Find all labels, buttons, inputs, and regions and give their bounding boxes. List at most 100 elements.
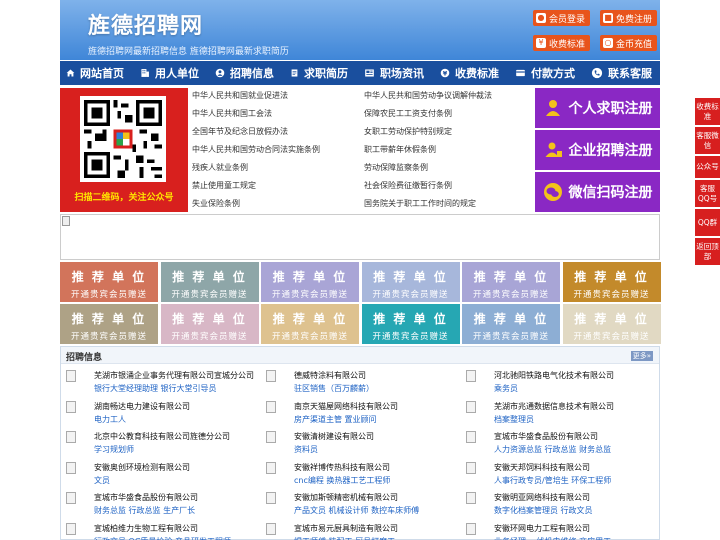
recommend-unit-card[interactable]: 推 荐 单 位开通贵宾会员赠送	[261, 304, 359, 344]
company-logo[interactable]	[66, 400, 76, 413]
company-logo[interactable]	[66, 492, 76, 504]
company-logo[interactable]	[266, 492, 276, 504]
company-logo[interactable]	[66, 522, 76, 535]
law-link[interactable]: 社会保险费征缴暂行条例	[364, 180, 452, 192]
company-logo[interactable]	[266, 400, 276, 413]
company-name[interactable]: 芜湖市兆通数据信息技术有限公司	[494, 401, 614, 412]
coin-recharge-button[interactable]: ○ 金币充值	[600, 35, 658, 51]
fee-standard-button[interactable]: ¥ 收费标准	[533, 35, 591, 51]
company-name[interactable]: 湖南畅达电力建设有限公司	[94, 401, 190, 412]
company-name[interactable]: 安徽祥博传热科技有限公司	[294, 462, 390, 473]
company-logo[interactable]	[266, 461, 276, 474]
company-register-button[interactable]: 企业招聘注册	[535, 130, 660, 170]
company-logo[interactable]	[466, 370, 476, 382]
job-positions[interactable]: 业务经理 一线机电维修 商应用工	[494, 536, 611, 540]
nav-news[interactable]: 职场资讯	[356, 61, 432, 85]
job-positions[interactable]: 银行大堂经理助理 银行大堂引导员	[94, 383, 217, 394]
company-name[interactable]: 安徽天邦饲料科技有限公司	[494, 462, 590, 473]
company-name[interactable]: 安徽环网电力工程有限公司	[494, 523, 590, 534]
job-positions[interactable]: 资料员	[294, 444, 318, 455]
nav-fees[interactable]: ¥ 收费标准	[432, 61, 507, 85]
company-name[interactable]: 河北驰阳铁路电气化技术有限公司	[494, 370, 614, 381]
company-name[interactable]: 宣城市华盛食品股份有限公司	[94, 492, 198, 503]
side-service-qq[interactable]: 客服QQ号	[695, 180, 720, 207]
job-positions[interactable]: 人力资源总监 行政总监 财务总监	[494, 444, 611, 455]
job-positions[interactable]: 学习规划师	[94, 444, 134, 455]
company-logo[interactable]	[466, 492, 476, 504]
job-positions[interactable]: 财务总监 行政总监 生产厂长	[94, 505, 195, 516]
company-name[interactable]: 德威特涂料有限公司	[294, 370, 366, 381]
law-link[interactable]: 女职工劳动保护特别规定	[364, 126, 452, 138]
recommend-unit-card[interactable]: 推 荐 单 位开通贵宾会员赠送	[562, 262, 661, 302]
company-name[interactable]: 芜湖市银涌企业事务代理有限公司宣城分公司	[94, 370, 254, 381]
nav-employers[interactable]: 用人单位	[132, 61, 207, 85]
company-name[interactable]: 南京天猫屋网络科技有限公司	[294, 401, 398, 412]
job-positions[interactable]: 数字化档案管理员 行政文员	[494, 505, 593, 516]
law-link[interactable]: 劳动保障监察条例	[364, 162, 428, 174]
company-name[interactable]: 北京中公教育科技有限公司旌德分公司	[94, 431, 230, 442]
law-link[interactable]: 中华人民共和国劳动合同法实施条例	[192, 144, 320, 156]
job-positions[interactable]: 乘务员	[494, 383, 518, 394]
free-register-button[interactable]: ■ 免费注册	[600, 10, 658, 26]
job-positions[interactable]: 房产渠道主管 置业顾问	[294, 414, 377, 425]
law-link[interactable]: 中华人民共和国就业促进法	[192, 90, 288, 102]
ad-banner[interactable]	[60, 214, 660, 260]
recommend-unit-card[interactable]: 推 荐 单 位开通贵宾会员赠送	[261, 262, 359, 302]
nav-resume[interactable]: 求职简历	[282, 61, 356, 85]
nav-contact[interactable]: 联系客服	[583, 61, 660, 85]
more-link[interactable]: 更多»	[630, 351, 653, 361]
company-logo[interactable]	[66, 431, 76, 443]
company-logo[interactable]	[266, 522, 276, 535]
company-logo[interactable]	[466, 400, 476, 413]
law-link[interactable]: 禁止使用童工规定	[192, 180, 256, 192]
company-name[interactable]: 安徽加斯顿精密机械有限公司	[294, 492, 398, 503]
company-name[interactable]: 安徽清树建设有限公司	[294, 431, 374, 442]
law-link[interactable]: 残疾人就业条例	[192, 162, 248, 174]
recommend-unit-card[interactable]: 推 荐 单 位开通贵宾会员赠送	[562, 304, 661, 344]
recommend-unit-card[interactable]: 推 荐 单 位开通贵宾会员赠送	[160, 262, 259, 302]
law-link[interactable]: 保障农民工工资支付条例	[364, 108, 452, 120]
company-name[interactable]: 安徽明亚网络科技有限公司	[494, 492, 590, 503]
company-logo[interactable]	[466, 431, 476, 443]
side-qq-group[interactable]: QQ群	[695, 209, 720, 236]
company-name[interactable]: 宣城柏维力生物工程有限公司	[94, 523, 198, 534]
job-positions[interactable]: 档案整理员	[494, 414, 534, 425]
law-link[interactable]: 失业保险条例	[192, 198, 240, 210]
personal-register-button[interactable]: 个人求职注册	[535, 88, 660, 128]
company-logo[interactable]	[466, 461, 476, 474]
company-logo[interactable]	[66, 461, 76, 474]
nav-home[interactable]: 网站首页	[60, 61, 132, 85]
job-positions[interactable]: 行政文员 QC质量检验 产品研发工程师	[94, 536, 231, 540]
law-link[interactable]: 国务院关于职工工作时间的规定	[364, 198, 476, 210]
law-link[interactable]: 中华人民共和国工会法	[192, 108, 272, 120]
company-logo[interactable]	[266, 431, 276, 443]
company-logo[interactable]	[66, 370, 76, 382]
side-back-to-top[interactable]: 返回顶部	[695, 238, 720, 265]
company-name[interactable]: 安徽奥创环境检测有限公司	[94, 462, 190, 473]
job-positions[interactable]: 人事行政专员/管培生 环保工程师	[494, 475, 611, 486]
company-logo[interactable]	[466, 522, 476, 535]
side-fee-standard[interactable]: 收费标准	[695, 98, 720, 125]
company-name[interactable]: 宣城市华盛食品股份有限公司	[494, 431, 598, 442]
wechat-register-button[interactable]: 微信扫码注册	[535, 172, 660, 212]
recommend-unit-card[interactable]: 推 荐 单 位开通贵宾会员赠送	[462, 304, 560, 344]
company-logo[interactable]	[266, 370, 276, 382]
job-positions[interactable]: cnc编程 换热器工艺工程师	[294, 475, 390, 486]
law-link[interactable]: 中华人民共和国劳动争议调解仲裁法	[364, 90, 492, 102]
recommend-unit-card[interactable]: 推 荐 单 位开通贵宾会员赠送	[160, 304, 259, 344]
nav-payment[interactable]: 付款方式	[507, 61, 583, 85]
recommend-unit-card[interactable]: 推 荐 单 位开通贵宾会员赠送	[60, 262, 158, 302]
recommend-unit-card[interactable]: 推 荐 单 位开通贵宾会员赠送	[361, 304, 460, 344]
job-positions[interactable]: 电力工人	[94, 414, 126, 425]
recommend-unit-card[interactable]: 推 荐 单 位开通贵宾会员赠送	[361, 262, 460, 302]
company-name[interactable]: 宣城市易元厨具制造有限公司	[294, 523, 398, 534]
job-positions[interactable]: 文员	[94, 475, 110, 486]
job-positions[interactable]: 焊工师傅 装配工 厨具打磨工	[294, 536, 395, 540]
job-positions[interactable]: 驻区销售（百万麟薪）	[294, 383, 374, 394]
nav-recruit[interactable]: 招聘信息	[207, 61, 282, 85]
side-official-account[interactable]: 公众号	[695, 156, 720, 178]
member-login-button[interactable]: ● 会员登录	[533, 10, 591, 26]
recommend-unit-card[interactable]: 推 荐 单 位开通贵宾会员赠送	[60, 304, 158, 344]
recommend-unit-card[interactable]: 推 荐 单 位开通贵宾会员赠送	[462, 262, 560, 302]
law-link[interactable]: 职工带薪年休假条例	[364, 144, 436, 156]
